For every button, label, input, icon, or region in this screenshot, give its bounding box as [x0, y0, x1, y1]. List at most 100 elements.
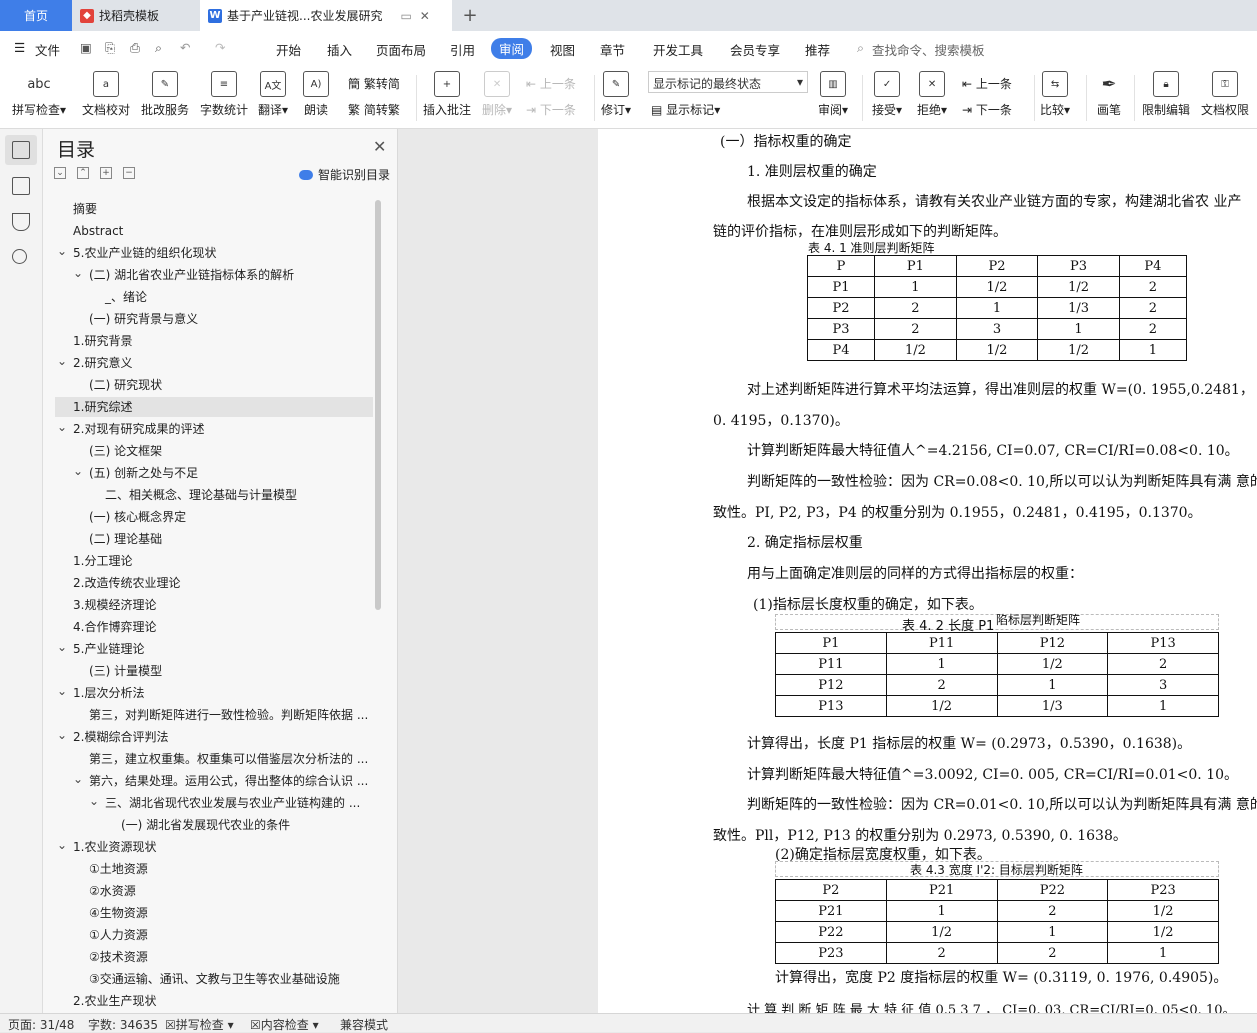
next-comment-button[interactable]: ⇥ 下一条 — [526, 101, 576, 118]
toc-item[interactable]: ⌄ (二) 湖北省农业产业链指标体系的解析 — [55, 265, 373, 285]
menu-layout[interactable]: 页面布局 — [376, 40, 426, 59]
tab-template[interactable]: ◆ 找稻壳模板 — [72, 0, 200, 31]
read-aloud-button[interactable]: A) 朗读 — [303, 71, 329, 118]
translate-button[interactable]: A文 翻译▾ — [258, 71, 288, 118]
toc-item[interactable]: ⌄ (五) 创新之处与不足 — [55, 463, 373, 483]
toc-item[interactable]: (一) 研究背景与意义 — [55, 309, 373, 329]
document-page[interactable]: (一）指标权重的确定 1. 准则层权重的确定 根据本文设定的指标体系，请教有关农… — [598, 129, 1257, 1013]
word-count-button[interactable]: ≡ 字数统计 — [200, 71, 248, 118]
toc-item[interactable]: ③交通运输、通讯、文教与卫生等农业基础设施 — [55, 969, 373, 989]
restrict-edit-button[interactable]: 🔒︎ 限制编辑 — [1142, 71, 1190, 118]
menu-review[interactable]: 审阅 — [491, 38, 533, 59]
collapse-icon[interactable]: ⌄ — [54, 167, 66, 179]
smart-toc-button[interactable]: 智能识别目录 — [299, 166, 390, 183]
chevron-down-icon[interactable]: ⌄ — [57, 727, 67, 745]
toc-item[interactable]: ⌄ 三、湖北省现代农业发展与农业产业链构建的 ... — [55, 793, 373, 813]
menu-insert[interactable]: 插入 — [327, 40, 352, 59]
toc-item[interactable]: ②水资源 — [55, 881, 373, 901]
toc-item[interactable]: 2.改造传统农业理论 — [55, 573, 373, 593]
revise-button[interactable]: ✎ 修订▾ — [601, 71, 631, 118]
new-tab-button[interactable]: + — [455, 0, 485, 31]
remove-icon[interactable]: − — [123, 167, 135, 179]
menu-member[interactable]: 会员专享 — [730, 40, 780, 59]
status-spell-check[interactable]: ☒拼写检查 ▾ — [165, 1016, 234, 1033]
navigation-icon[interactable] — [12, 177, 30, 195]
status-content-check[interactable]: ☒内容检查 ▾ — [250, 1016, 319, 1033]
close-icon[interactable]: ✕ — [373, 137, 386, 156]
toc-icon[interactable] — [12, 141, 30, 159]
toc-item[interactable]: 2.农业生产现状 — [55, 991, 373, 1011]
toc-item[interactable]: 1.研究综述 — [55, 397, 373, 417]
menu-reference[interactable]: 引用 — [450, 40, 475, 59]
undo-icon[interactable]: ↶ — [180, 40, 190, 55]
pen-button[interactable]: ✒ 画笔 — [1096, 71, 1122, 118]
hamburger-icon[interactable]: ☰ — [14, 40, 25, 55]
search-input[interactable]: 查找命令、搜索模板 — [872, 40, 985, 59]
chevron-down-icon[interactable]: ⌄ — [57, 243, 67, 261]
toc-item[interactable]: 1.分工理论 — [55, 551, 373, 571]
page-indicator[interactable]: 页面: 31/48 — [8, 1016, 74, 1033]
close-icon[interactable]: ✕ — [420, 9, 430, 23]
save-icon[interactable]: ▣ — [80, 40, 92, 55]
review-pane-button[interactable]: ▥ 审阅▾ — [818, 71, 848, 118]
toc-item[interactable]: (三) 论文框架 — [55, 441, 373, 461]
prev-comment-button[interactable]: ⇤ 上一条 — [526, 75, 576, 92]
menu-start[interactable]: 开始 — [276, 40, 301, 59]
next-change-button[interactable]: ⇥ 下一条 — [962, 101, 1012, 118]
toc-item[interactable]: _、绪论 — [55, 287, 373, 307]
toc-item[interactable]: 第三，建立权重集。权重集可以借鉴层次分析法的 ... — [55, 749, 373, 769]
doc-permission-button[interactable]: ⚿ 文档权限 — [1201, 71, 1249, 118]
prev-change-button[interactable]: ⇤ 上一条 — [962, 75, 1012, 92]
toc-item[interactable]: ②技术资源 — [55, 947, 373, 967]
preview-icon[interactable]: ⌕ — [155, 40, 162, 56]
toc-item[interactable]: ⌄ 1.农业资源现状 — [55, 837, 373, 857]
export-icon[interactable]: ⎘ — [105, 40, 115, 56]
menu-view[interactable]: 视图 — [550, 40, 575, 59]
window-icon[interactable]: ▭ — [400, 9, 411, 23]
accept-button[interactable]: ✓ 接受▾ — [872, 71, 902, 118]
toc-item[interactable]: (一) 湖北省发展现代农业的条件 — [55, 815, 373, 835]
chevron-down-icon[interactable]: ⌄ — [57, 353, 67, 371]
menu-recommend[interactable]: 推荐 — [805, 40, 830, 59]
toc-item[interactable]: ⌄ 5.农业产业链的组织化现状 — [55, 243, 373, 263]
proofread-button[interactable]: a 文档校对 — [82, 71, 130, 118]
toc-item[interactable]: (一) 核心概念界定 — [55, 507, 373, 527]
insert-comment-button[interactable]: + 插入批注 — [423, 71, 471, 118]
toc-item[interactable]: ⌄ 第六，结果处理。运用公式，得出整体的综合认识 ... — [55, 771, 373, 791]
chevron-down-icon[interactable]: ⌄ — [57, 419, 67, 437]
chevron-down-icon[interactable]: ⌄ — [73, 771, 83, 789]
delete-comment-button[interactable]: ✕ 删除▾ — [482, 71, 512, 118]
toc-item[interactable]: 4.合作博弈理论 — [55, 617, 373, 637]
toc-item[interactable]: 1.研究背景 — [55, 331, 373, 351]
toc-item[interactable]: ⌄ 1.层次分析法 — [55, 683, 373, 703]
redo-icon[interactable]: ↷ — [215, 40, 225, 55]
toc-item[interactable]: 第三，对判断矩阵进行一致性检验。判断矩阵依据 ... — [55, 705, 373, 725]
markup-state-select[interactable]: 显示标记的最终状态 ▾ — [648, 71, 808, 93]
spell-check-button[interactable]: abc 拼写检查▾ — [12, 71, 66, 118]
tab-home[interactable]: 首页 — [0, 0, 72, 31]
tab-document[interactable]: W 基于产业链视...农业发展研究 ▭ ✕ — [200, 0, 452, 31]
toc-item[interactable]: (二) 研究现状 — [55, 375, 373, 395]
chevron-down-icon[interactable]: ⌄ — [57, 837, 67, 855]
toc-item[interactable]: ①土地资源 — [55, 859, 373, 879]
toc-item[interactable]: ⌄ 2.研究意义 — [55, 353, 373, 373]
toc-item[interactable]: 3.规模经济理论 — [55, 595, 373, 615]
annotate-service-button[interactable]: ✎ 批改服务 — [141, 71, 189, 118]
word-count[interactable]: 字数: 34635 — [88, 1016, 158, 1033]
bookmark-icon[interactable] — [12, 213, 30, 231]
trad-to-simp-button[interactable]: 簡 繁转简 — [348, 75, 400, 92]
toc-scrollbar[interactable] — [375, 200, 381, 610]
compare-button[interactable]: ⇆ 比较▾ — [1040, 71, 1070, 118]
simp-to-trad-button[interactable]: 繁 简转繁 — [348, 101, 400, 118]
toc-item[interactable]: 摘要 — [55, 199, 373, 219]
chevron-down-icon[interactable]: ⌄ — [57, 683, 67, 701]
toc-item[interactable]: ⌄ 5.产业链理论 — [55, 639, 373, 659]
toc-item[interactable]: ④生物资源 — [55, 903, 373, 923]
toc-item[interactable]: (三) 计量模型 — [55, 661, 373, 681]
toc-item[interactable]: 二、相关概念、理论基础与计量模型 — [55, 485, 373, 505]
chevron-down-icon[interactable]: ⌄ — [73, 265, 83, 283]
chevron-down-icon[interactable]: ⌄ — [57, 639, 67, 657]
toc-item[interactable]: ⌄ 2.对现有研究成果的评述 — [55, 419, 373, 439]
toc-item[interactable]: ①人力资源 — [55, 925, 373, 945]
menu-file[interactable]: 文件 — [35, 40, 60, 59]
